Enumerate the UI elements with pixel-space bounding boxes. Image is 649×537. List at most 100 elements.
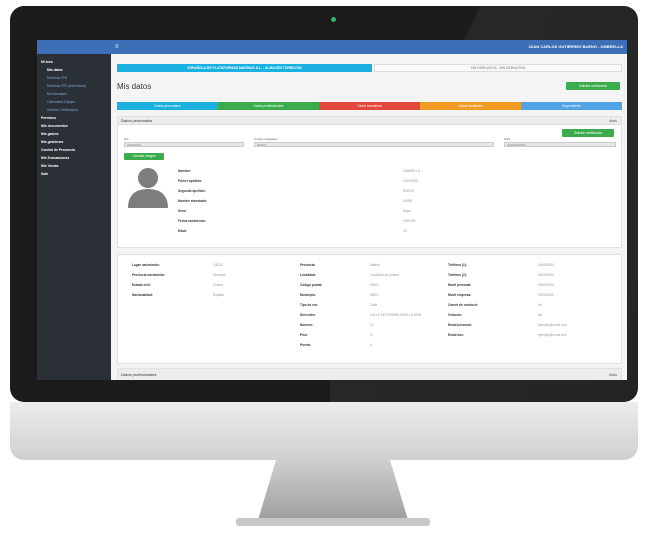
sidebar-item[interactable]: Mi calendario — [37, 90, 111, 98]
page-title: Mis datos — [117, 82, 152, 91]
user-silhouette-icon — [128, 168, 168, 208]
ss-field[interactable]: 000000000000 — [504, 142, 616, 147]
sidebar-item[interactable]: Mis documentos — [37, 122, 111, 130]
detail-label: Estado civil: — [132, 283, 151, 287]
sidebar-item[interactable]: Nóminas IRS — [37, 74, 111, 82]
detail-value: Granada — [213, 273, 226, 277]
detail-value: CÁDIZ — [213, 263, 223, 267]
tab-1[interactable]: Datos profesionales — [218, 102, 319, 110]
detail-value: 11 — [370, 333, 374, 337]
detail-label: Provincia: — [300, 263, 316, 267]
field-value: BUENO — [403, 189, 415, 193]
panel-header: Datos profesionales Atrás — [118, 369, 621, 380]
panel-title: Datos profesionales — [121, 372, 157, 377]
sidebar-item[interactable]: Calendario Equipo — [37, 98, 111, 106]
sidebar-item[interactable]: Salir — [37, 170, 111, 178]
detail-value: 28001 — [370, 293, 379, 297]
detail-label: Dirección: — [300, 313, 316, 317]
detail-value: 000000000 — [538, 283, 554, 287]
detail-value: Calle — [370, 303, 378, 307]
field-label: Fecha nacimiento: — [178, 219, 206, 223]
field-value: CASTAÑO — [403, 179, 419, 183]
field-value: Mujer — [403, 209, 411, 213]
detail-value: 000000000 — [538, 263, 554, 267]
detail-label: Email dsc: — [448, 333, 464, 337]
company-tab-inactive[interactable]: SIN DERIVATIVA - SIN DERIVATIVA — [374, 64, 622, 72]
monitor-chin — [10, 402, 638, 460]
sidebar-item[interactable]: Mi área — [37, 58, 111, 66]
detail-value: A — [370, 343, 373, 347]
screen: ≡ JUAN CARLOS GUTIÉRREZ BUENO - UMBRELLA… — [37, 40, 627, 380]
detail-label: Nacionalidad: — [132, 293, 153, 297]
detail-label: Piso: — [300, 333, 308, 337]
detail-label: Lugar nacimiento: — [132, 263, 160, 267]
field-label: Nombre: — [178, 169, 192, 173]
detail-value: Madrid — [370, 263, 380, 267]
menu-icon[interactable]: ≡ — [115, 44, 119, 50]
main-content: ESPAÑOLA DE PLATAFORMAS MARINAS S.L. - A… — [111, 54, 627, 380]
sidebar-item[interactable]: Nóminas IRS (Administra) — [37, 82, 111, 90]
code-label: Código trabajador — [254, 137, 278, 141]
detail-label: Puerta: — [300, 343, 311, 347]
field-value: 43 — [403, 229, 407, 233]
detail-value: 11 — [370, 323, 374, 327]
request-certificates-button[interactable]: Solicitar certificados — [566, 82, 620, 90]
detail-value: ejemplo@email.com — [538, 323, 567, 327]
sidebar-item[interactable]: Mis Evaluaciones — [37, 154, 111, 162]
detail-label: Email personal: — [448, 323, 472, 327]
nif-label: NIF — [124, 137, 129, 141]
panel-title: Datos personales — [121, 118, 153, 123]
detail-label: Vehículo: — [448, 313, 463, 317]
sidebar-item[interactable]: Mis gastos — [37, 130, 111, 138]
sidebar-item[interactable]: Mis gestiones — [37, 138, 111, 146]
sidebar-item[interactable]: Mis datos — [37, 66, 111, 74]
professional-data-panel: Datos profesionales Atrás — [117, 368, 622, 380]
field-label: Edad: — [178, 229, 187, 233]
back-link[interactable]: Atrás — [609, 373, 617, 377]
field-value: 00/00/00 — [403, 219, 416, 223]
detail-label: Municipio: — [300, 293, 316, 297]
camera-dot — [331, 17, 336, 22]
user-name[interactable]: JUAN CARLOS GUTIÉRREZ BUENO - UMBRELLA — [528, 44, 623, 49]
sidebar-item[interactable]: Solicitar Certificados — [37, 106, 111, 114]
panel-certificates-button[interactable]: Solicitar certificados — [562, 129, 614, 137]
sidebar-item[interactable]: Control de Presencia — [37, 146, 111, 154]
field-label: Sexo: — [178, 209, 187, 213]
field-label: Primer apellido: — [178, 179, 203, 183]
code-field[interactable]: 000000 — [254, 142, 494, 147]
tab-3[interactable]: Datos familiares — [420, 102, 521, 110]
detail-value: España — [213, 293, 224, 297]
change-image-button[interactable]: Cambiar imagen — [124, 153, 164, 160]
detail-label: Movil empresa: — [448, 293, 472, 297]
detail-value: 000000000 — [538, 273, 554, 277]
tab-4[interactable]: Seguimiento — [521, 102, 622, 110]
back-link[interactable]: Atrás — [609, 119, 617, 123]
field-value: UMBRELLA — [403, 169, 421, 173]
tab-2[interactable]: Datos bancarios — [319, 102, 420, 110]
monitor-stand — [258, 460, 408, 520]
address-contact-panel: Lugar nacimiento: CÁDIZ Provincia nacimien… — [117, 254, 622, 364]
company-tab-active[interactable]: ESPAÑOLA DE PLATAFORMAS MARINAS S.L. - A… — [117, 64, 372, 72]
sidebar-item[interactable]: Mis Ventas — [37, 162, 111, 170]
top-bar: ≡ JUAN CARLOS GUTIÉRREZ BUENO - UMBRELLA — [37, 40, 627, 54]
avatar — [124, 163, 172, 208]
detail-label: Teléfono (2): — [448, 273, 467, 277]
detail-value: Localidad de prueba — [370, 273, 399, 277]
detail-label: Provincia nacimiento: — [132, 273, 166, 277]
detail-value: ejemplo@email.com — [538, 333, 567, 337]
detail-label: Teléfono (1): — [448, 263, 467, 267]
ss-label: NSS — [504, 137, 511, 141]
detail-value: CALLE DE PRUEBA PARA LA WEB — [370, 313, 422, 317]
section-tabs: Datos personales Datos profesionales Datos… — [117, 102, 622, 110]
sidebar-item[interactable]: Permisos — [37, 114, 111, 122]
detail-value: 28001 — [370, 283, 379, 287]
monitor-foot — [236, 518, 430, 526]
detail-label: Localidad: — [300, 273, 316, 277]
tab-0[interactable]: Datos personales — [117, 102, 218, 110]
detail-label: Número: — [300, 323, 314, 327]
personal-data-panel: Datos personales Atrás Solicitar certifi… — [117, 116, 622, 248]
panel-header: Datos personales Atrás — [118, 117, 621, 125]
field-value: UMBR — [403, 199, 413, 203]
nif-field[interactable]: 00000000Z — [124, 142, 244, 147]
detail-value: Soltera — [213, 283, 224, 287]
